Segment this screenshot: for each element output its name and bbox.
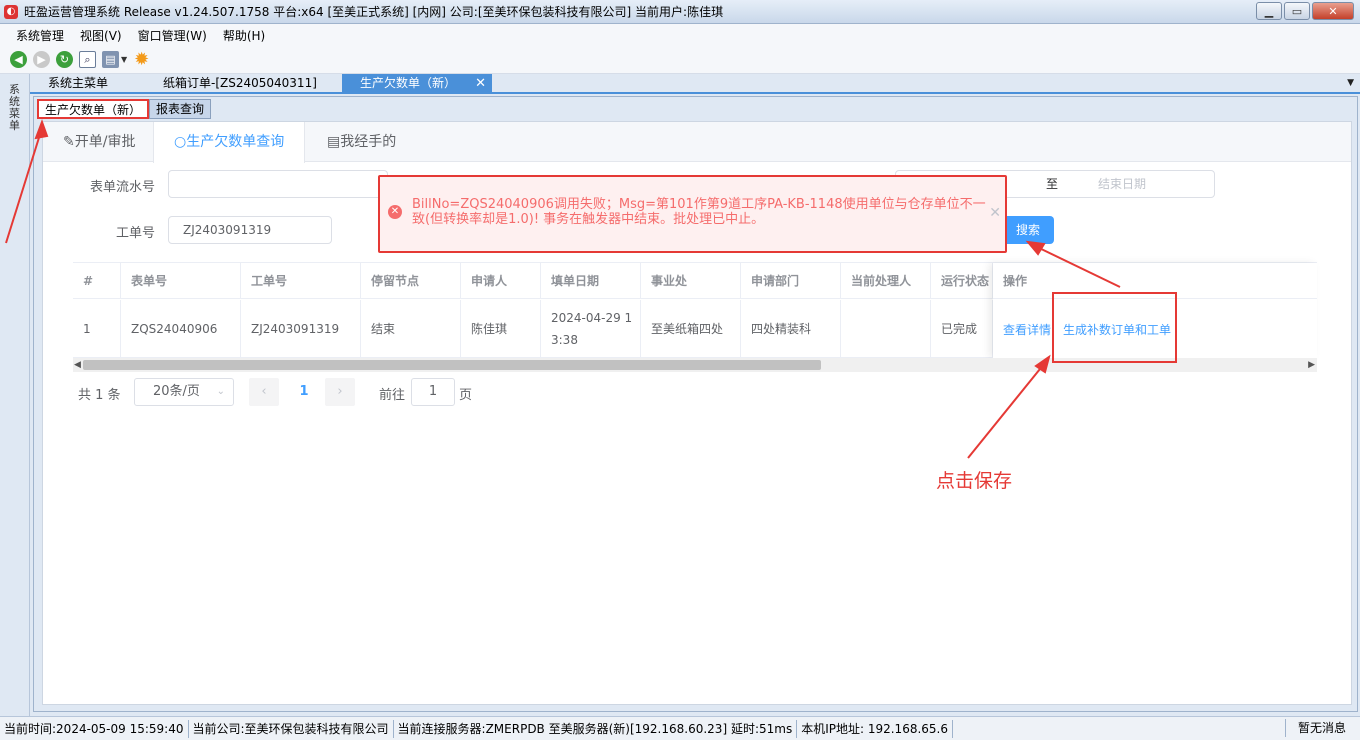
cell-node: 结束 <box>361 300 461 358</box>
status-time: 当前时间:2024-05-09 15:59:40 <box>0 719 189 738</box>
status-bar: 当前时间:2024-05-09 15:59:40 当前公司:至美环保包装科技有限… <box>0 716 1360 740</box>
left-menu-label: 系统菜单 <box>9 83 20 132</box>
prev-page-button[interactable]: ‹ <box>249 378 279 406</box>
status-company: 当前公司:至美环保包装科技有限公司 <box>189 719 394 738</box>
cell-date-line1: 2024-04-29 1 <box>551 310 633 325</box>
tab-carton-order[interactable]: 纸箱订单-[ZS2405040311] <box>163 74 343 93</box>
toolbar: ◀ ▶ ↻ ⌕ ▤ ▼ ✹ <box>0 46 1360 74</box>
status-ip: 本机IP地址: 192.168.65.6 <box>797 719 953 738</box>
current-page[interactable]: 1 <box>289 378 319 406</box>
col-handler: 当前处理人 <box>841 263 931 299</box>
cell-job-no: ZJ2403091319 <box>241 300 361 358</box>
content-tabs: ✎开单/审批 ○生产欠数单查询 ▤我经手的 <box>43 122 1351 163</box>
cell-date-line2: 3:38 <box>551 332 578 347</box>
menu-window[interactable]: 窗口管理(W) <box>130 27 215 44</box>
col-division: 事业处 <box>641 263 741 299</box>
close-tab-icon[interactable]: ✕ <box>475 74 486 93</box>
page-size-value: 20条/页 <box>153 384 200 399</box>
col-job-no: 工单号 <box>241 263 361 299</box>
error-icon: ✕ <box>388 205 402 219</box>
left-system-menu[interactable]: 系统菜单 <box>0 74 30 716</box>
goto-page-input[interactable]: 1 <box>411 378 455 406</box>
scroll-left-icon[interactable]: ◀ <box>74 358 81 372</box>
tab-production-shortage[interactable]: 生产欠数单（新） ✕ <box>342 74 492 93</box>
page-size-select[interactable]: 20条/页 ⌄ <box>134 378 234 406</box>
cell-applicant: 陈佳琪 <box>461 300 541 358</box>
serial-label: 表单流水号 <box>89 180 155 195</box>
back-icon[interactable]: ◀ <box>10 51 27 68</box>
scrollbar-thumb[interactable] <box>83 360 821 370</box>
tab-create-approve[interactable]: ✎开单/审批 <box>43 122 155 162</box>
cell-index: 1 <box>73 300 121 358</box>
tab-shortage-query[interactable]: ○生产欠数单查询 <box>153 122 306 163</box>
col-node: 停留节点 <box>361 263 461 299</box>
col-index: # <box>73 263 121 299</box>
status-server: 当前连接服务器:ZMERPDB 至美服务器(新)[192.168.60.23] … <box>394 719 798 738</box>
app-logo-icon: ◐ <box>4 4 18 19</box>
date-range-separator: 至 <box>1046 177 1059 191</box>
highlight-generate-box <box>1052 292 1177 363</box>
search-button[interactable]: 搜索 <box>999 216 1054 244</box>
close-button[interactable]: ✕ <box>1312 2 1354 20</box>
tab-main-menu[interactable]: 系统主菜单 <box>48 74 148 93</box>
find-icon[interactable]: ⌕ <box>79 51 96 68</box>
next-page-button[interactable]: › <box>325 378 355 406</box>
view-detail-link[interactable]: 查看详情 <box>1003 321 1051 338</box>
document-tabs: 系统主菜单 纸箱订单-[ZS2405040311] 生产欠数单（新） ✕ ▼ <box>30 74 1360 94</box>
cell-handler <box>841 300 931 358</box>
error-message-text: BillNo=ZQS24040906调用失败；Msg=第101作第9道工序PA-… <box>412 197 986 227</box>
title-bar: ◐ 旺盈运营管理系统 Release v1.24.507.1758 平台:x64… <box>0 0 1360 24</box>
cell-date: 2024-04-29 1 3:38 <box>541 300 641 358</box>
page-suffix: 页 <box>459 388 473 403</box>
tab-my-handled[interactable]: ▤我经手的 <box>307 122 416 162</box>
serial-input[interactable] <box>168 170 388 198</box>
job-no-input[interactable]: ZJ2403091319 <box>168 216 332 244</box>
menu-system[interactable]: 系统管理 <box>8 27 72 44</box>
cell-dept: 四处精装科 <box>741 300 841 358</box>
forward-icon[interactable]: ▶ <box>33 51 50 68</box>
col-applicant: 申请人 <box>461 263 541 299</box>
print-dropdown-icon[interactable]: ▼ <box>121 55 127 64</box>
close-message-icon[interactable]: ✕ <box>989 205 1001 221</box>
error-message: ✕ BillNo=ZQS24040906调用失败；Msg=第101作第9道工序P… <box>378 175 1007 253</box>
menu-bar: 系统管理 视图(V) 窗口管理(W) 帮助(H) <box>0 24 1360 46</box>
end-date-placeholder: 结束日期 <box>1098 177 1147 191</box>
cell-division: 至美纸箱四处 <box>641 300 741 358</box>
gear-icon[interactable]: ✹ <box>133 49 150 70</box>
annotation-text: 点击保存 <box>936 470 1013 492</box>
maximize-button[interactable]: ▭ <box>1284 2 1310 20</box>
cell-status: 已完成 <box>931 300 993 358</box>
menu-help[interactable]: 帮助(H) <box>215 27 273 44</box>
subtab-report-query[interactable]: 报表查询 <box>149 99 212 119</box>
menu-view[interactable]: 视图(V) <box>72 27 130 44</box>
col-status: 运行状态 <box>931 263 993 299</box>
tab-production-shortage-label: 生产欠数单（新） <box>360 76 457 90</box>
col-bill-no: 表单号 <box>121 263 241 299</box>
col-date: 填单日期 <box>541 263 641 299</box>
window-title: 旺盈运营管理系统 Release v1.24.507.1758 平台:x64 [… <box>24 5 724 19</box>
goto-label: 前往 <box>379 388 406 403</box>
tab-list-dropdown-icon[interactable]: ▼ <box>1347 78 1354 88</box>
scroll-right-icon[interactable]: ▶ <box>1308 358 1315 372</box>
job-no-label: 工单号 <box>115 226 155 241</box>
subtab-production-shortage[interactable]: 生产欠数单（新） <box>37 99 150 119</box>
print-icon[interactable]: ▤ <box>102 51 119 68</box>
minimize-button[interactable]: ▁ <box>1256 2 1282 20</box>
status-message[interactable]: 暂无消息 <box>1284 719 1358 737</box>
pager-total: 共 1 条 <box>78 388 121 403</box>
chevron-down-icon: ⌄ <box>216 386 225 397</box>
refresh-icon[interactable]: ↻ <box>56 51 73 68</box>
cell-bill-no: ZQS24040906 <box>121 300 241 358</box>
window-controls: ▁ ▭ ✕ <box>1256 2 1354 20</box>
col-dept: 申请部门 <box>741 263 841 299</box>
